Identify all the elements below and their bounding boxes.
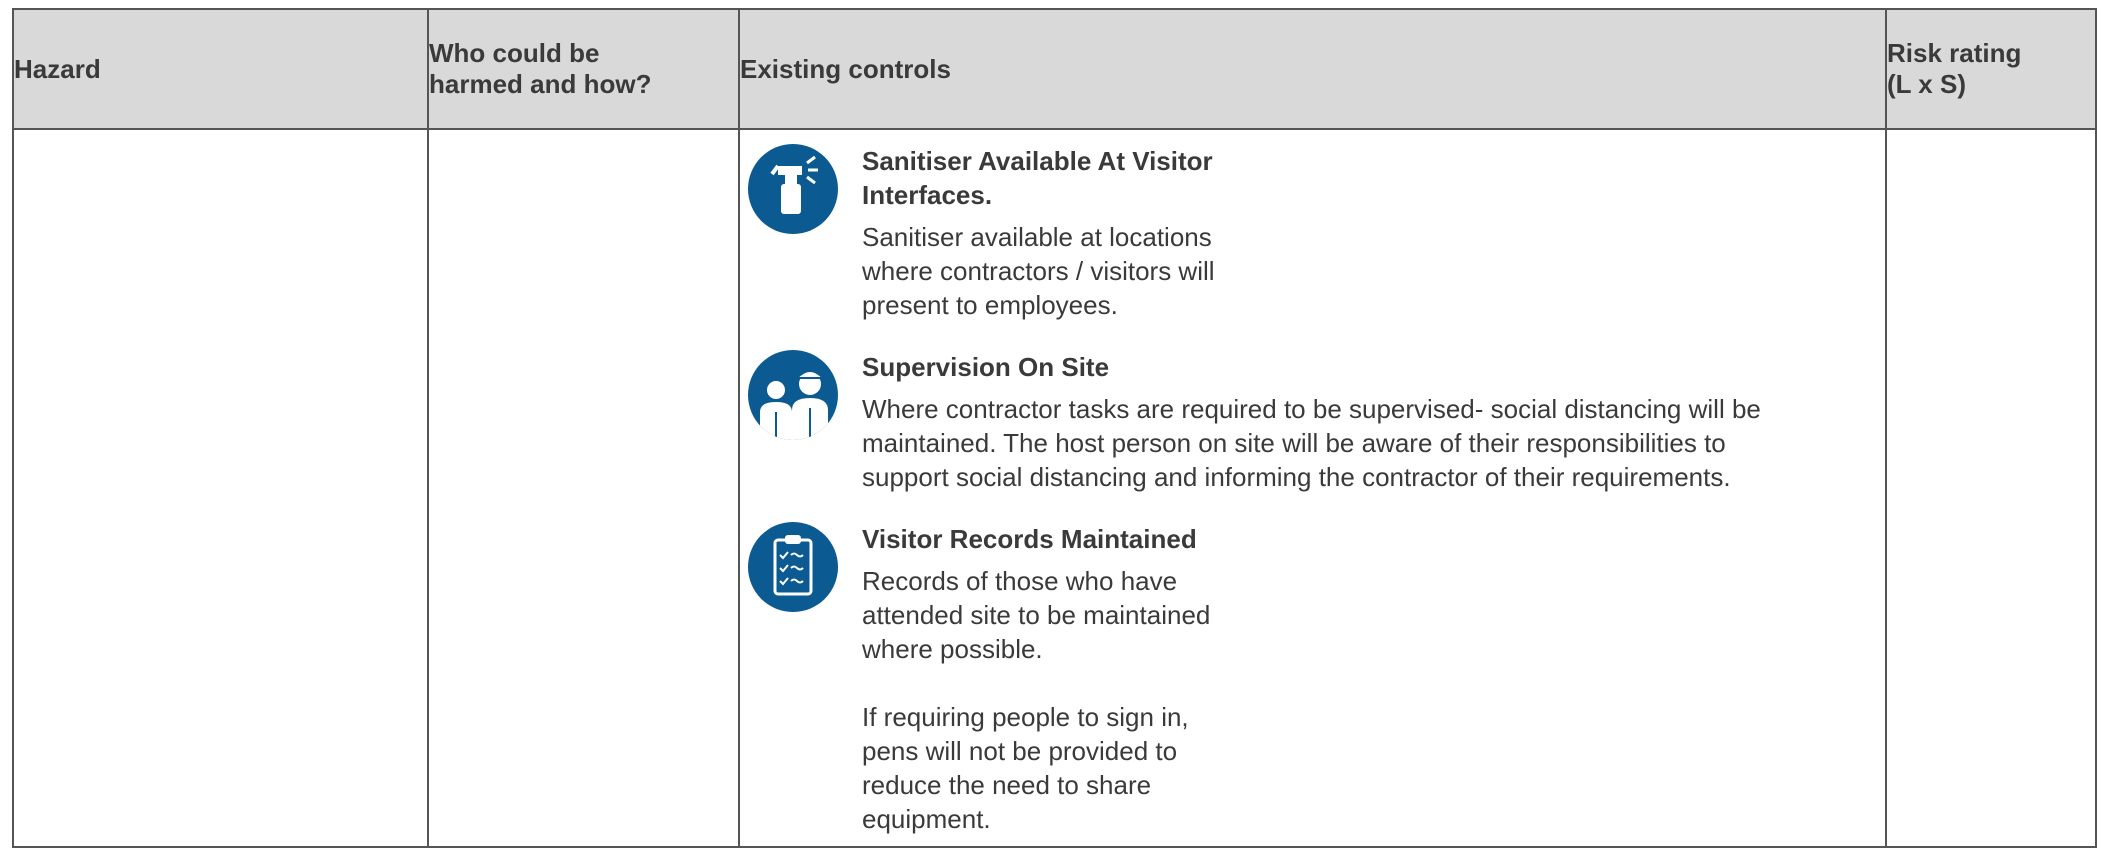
header-risk-rating: Risk rating (L x S) <box>1885 8 2097 130</box>
header-existing-controls: Existing controls <box>738 8 1887 130</box>
supervisor-group-icon <box>748 350 838 440</box>
control-item-supervision: Supervision On Site Where contractor tas… <box>740 350 1850 510</box>
existing-controls-cell: Sanitiser Available At Visitor Interface… <box>738 128 1887 848</box>
controls-list: Sanitiser Available At Visitor Interface… <box>740 130 1885 846</box>
control-title-line: Supervision On Site <box>862 352 1110 382</box>
header-who-line-1: Who could be <box>429 38 600 68</box>
risk-assessment-page: Hazard Who could be harmed and how? Exis… <box>0 0 2104 851</box>
control-description: Records of those who have attended site … <box>862 564 1282 666</box>
description-line: Records of those who have <box>862 566 1178 596</box>
control-description: Sanitiser available at locations where c… <box>862 220 1282 322</box>
control-text: Visitor Records Maintained Records of th… <box>862 522 1282 836</box>
description-line: equipment. <box>862 804 991 834</box>
description-line: If requiring people to sign in, <box>862 702 1189 732</box>
description-line: Sanitiser available at locations <box>862 222 1212 252</box>
control-title: Visitor Records Maintained <box>862 522 1282 556</box>
control-title: Supervision On Site <box>862 350 1862 384</box>
risk-assessment-table: Hazard Who could be harmed and how? Exis… <box>12 8 2097 848</box>
risk-rating-cell <box>1885 128 2097 848</box>
control-item-visitor-records: Visitor Records Maintained Records of th… <box>740 522 1850 842</box>
table-row: Sanitiser Available At Visitor Interface… <box>12 128 2097 848</box>
description-line: support social distancing and informing … <box>862 462 1731 492</box>
description-line: attended site to be maintained <box>862 600 1211 630</box>
header-who-harmed: Who could be harmed and how? <box>427 8 740 130</box>
control-title-line: Sanitiser Available At Visitor <box>862 146 1213 176</box>
header-risk-line-1: Risk rating <box>1887 38 2022 68</box>
header-controls-label: Existing controls <box>740 53 951 84</box>
control-text: Supervision On Site Where contractor tas… <box>862 350 1862 494</box>
description-line: pens will not be provided to <box>862 736 1178 766</box>
hazard-cell <box>12 128 429 848</box>
control-description: Where contractor tasks are required to b… <box>862 392 1862 494</box>
description-line: maintained. The host person on site will… <box>862 428 1726 458</box>
control-title-line: Visitor Records Maintained <box>862 524 1197 554</box>
control-title: Sanitiser Available At Visitor Interface… <box>862 144 1282 212</box>
description-line: where contractors / visitors will <box>862 256 1215 286</box>
header-who-line-2: harmed and how? <box>429 69 652 99</box>
header-hazard-label: Hazard <box>14 53 101 84</box>
table-header-row: Hazard Who could be harmed and how? Exis… <box>12 8 2097 130</box>
header-risk-line-2: (L x S) <box>1887 69 1966 99</box>
who-harmed-cell <box>427 128 740 848</box>
description-line: reduce the need to share <box>862 770 1152 800</box>
spray-bottle-icon <box>748 144 838 234</box>
description-line: present to employees. <box>862 290 1118 320</box>
header-hazard: Hazard <box>12 8 429 130</box>
clipboard-checklist-icon <box>748 522 838 612</box>
control-item-sanitiser: Sanitiser Available At Visitor Interface… <box>740 144 1850 364</box>
description-line: where possible. <box>862 634 1043 664</box>
description-line: Where contractor tasks are required to b… <box>862 394 1761 424</box>
control-title-line: Interfaces. <box>862 180 993 210</box>
control-text: Sanitiser Available At Visitor Interface… <box>862 144 1282 322</box>
control-description-secondary: If requiring people to sign in, pens wil… <box>862 700 1282 836</box>
